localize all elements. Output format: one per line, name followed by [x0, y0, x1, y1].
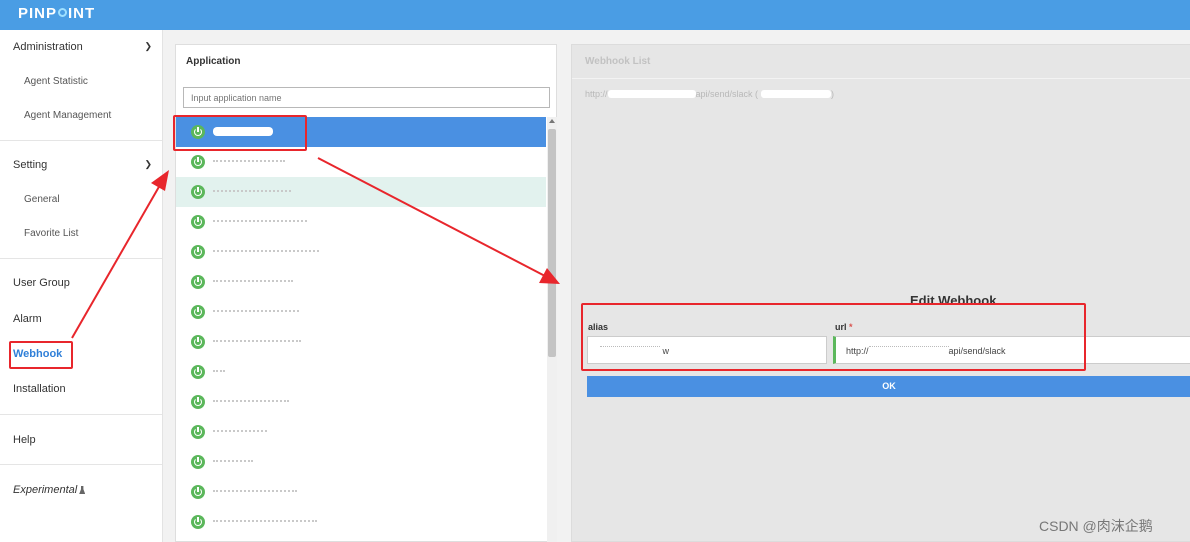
spring-boot-power-icon — [191, 455, 205, 469]
redacted-app-name — [213, 160, 285, 163]
redacted-app-name — [213, 250, 319, 253]
redacted-app-name — [213, 310, 299, 313]
top-bar: PINP INT — [0, 0, 1190, 30]
sidebar-divider — [0, 140, 162, 141]
application-list-item[interactable] — [176, 357, 546, 387]
sidebar-item-agent-management[interactable]: Agent Management — [24, 110, 111, 121]
application-list-item[interactable] — [176, 387, 546, 417]
application-list-item[interactable] — [176, 177, 546, 207]
annotation-box-edit-form — [581, 303, 1086, 371]
annotation-box-webhook-menu — [9, 341, 73, 369]
redacted-app-name — [213, 430, 267, 433]
application-list — [176, 117, 546, 542]
ok-button[interactable]: OK — [587, 376, 1190, 397]
redacted-app-name — [213, 400, 289, 403]
redacted-app-name — [213, 460, 253, 463]
logo-target-icon — [58, 8, 68, 17]
spring-boot-power-icon — [191, 515, 205, 529]
application-list-item[interactable] — [176, 537, 546, 542]
webhook-list-divider — [572, 78, 1190, 79]
application-list-item[interactable] — [176, 477, 546, 507]
sidebar-divider — [0, 414, 162, 415]
application-list-scrollbar[interactable] — [547, 117, 557, 542]
annotation-box-selected-app — [173, 115, 307, 151]
sidebar-item-help[interactable]: Help — [13, 434, 36, 446]
redacted-alias — [761, 90, 832, 98]
spring-boot-power-icon — [191, 185, 205, 199]
redacted-app-name — [213, 220, 307, 223]
spring-boot-power-icon — [191, 335, 205, 349]
csdn-watermark: CSDN @肉沫企鹅 — [1039, 518, 1153, 534]
spring-boot-power-icon — [191, 245, 205, 259]
logo-text-start: PINP — [18, 5, 58, 22]
sidebar-section-setting[interactable]: Setting — [13, 159, 47, 171]
application-list-item[interactable] — [176, 147, 546, 177]
application-search-input[interactable] — [183, 87, 550, 108]
application-list-item[interactable] — [176, 417, 546, 447]
webhook-list-title: Webhook List — [585, 56, 651, 67]
scroll-up-arrow-icon[interactable] — [549, 119, 555, 123]
sidebar-item-alarm[interactable]: Alarm — [13, 313, 42, 325]
sidebar-item-favorite-list[interactable]: Favorite List — [24, 228, 78, 239]
spring-boot-power-icon — [191, 155, 205, 169]
spring-boot-power-icon — [191, 365, 205, 379]
sidebar-item-general[interactable]: General — [24, 194, 60, 205]
spring-boot-power-icon — [191, 275, 205, 289]
experimental-label: Experimental — [13, 484, 78, 496]
application-list-item[interactable] — [176, 207, 546, 237]
sidebar-divider — [0, 258, 162, 259]
application-list-item[interactable] — [176, 447, 546, 477]
application-list-item[interactable] — [176, 267, 546, 297]
webhook-url-suffix: ) — [831, 89, 835, 99]
application-list-item[interactable] — [176, 237, 546, 267]
application-list-item[interactable] — [176, 507, 546, 537]
redacted-app-name — [213, 520, 317, 523]
redacted-app-name — [213, 490, 297, 493]
spring-boot-power-icon — [191, 305, 205, 319]
scrollbar-thumb[interactable] — [548, 129, 556, 357]
sidebar: Administration ❯ Agent Statistic Agent M… — [0, 30, 163, 542]
sidebar-item-experimental[interactable]: Experimental — [13, 484, 86, 496]
redacted-app-name — [213, 280, 293, 283]
sidebar-section-administration[interactable]: Administration — [13, 41, 83, 53]
spring-boot-power-icon — [191, 425, 205, 439]
application-list-item[interactable] — [176, 297, 546, 327]
pinpoint-logo[interactable]: PINP INT — [18, 5, 95, 22]
spring-boot-power-icon — [191, 215, 205, 229]
sidebar-divider — [0, 464, 162, 465]
logo-text-end: INT — [68, 5, 96, 22]
redacted-app-name — [213, 370, 225, 373]
webhook-url-path: api/send/slack ( — [695, 89, 759, 99]
chevron-down-icon[interactable]: ❯ — [144, 159, 152, 170]
webhook-url-prefix: http:// — [585, 89, 608, 99]
application-list-item[interactable] — [176, 327, 546, 357]
redacted-app-name — [213, 190, 291, 193]
chevron-down-icon[interactable]: ❯ — [144, 41, 152, 52]
spring-boot-power-icon — [191, 485, 205, 499]
spring-boot-power-icon — [191, 395, 205, 409]
redacted-host — [607, 90, 696, 98]
sidebar-item-installation[interactable]: Installation — [13, 383, 66, 395]
sidebar-item-agent-statistic[interactable]: Agent Statistic — [24, 76, 88, 87]
sidebar-item-user-group[interactable]: User Group — [13, 277, 70, 289]
redacted-app-name — [213, 340, 301, 343]
flask-icon — [79, 486, 86, 494]
webhook-list-item[interactable]: http:// api/send/slack () — [585, 89, 834, 99]
webhook-panel: Webhook List http://api/send/slack () Ed… — [571, 44, 1190, 542]
application-panel-title: Application — [186, 56, 241, 67]
